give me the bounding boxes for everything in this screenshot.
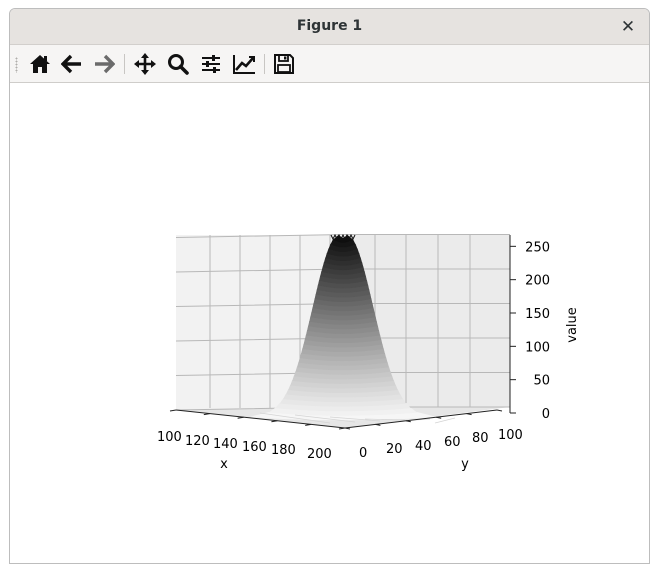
save-button[interactable] xyxy=(270,50,298,78)
x-tick-label: 140 xyxy=(213,437,238,452)
magnifier-icon xyxy=(168,54,189,75)
z-tick-label: 200 xyxy=(525,274,550,289)
zoom-button[interactable] xyxy=(164,50,192,78)
title-bar: Figure 1 ✕ xyxy=(10,9,649,45)
y-tick xyxy=(436,416,442,419)
floppy-disk-icon xyxy=(274,54,294,74)
navigation-toolbar xyxy=(10,45,649,83)
x-tick xyxy=(237,416,244,419)
x-axis-label: x xyxy=(220,457,228,472)
z-axis-label: value xyxy=(565,307,580,343)
x-tick-label: 160 xyxy=(242,440,267,455)
figure-window: Figure 1 ✕ 100 120 140 160 180 200 0 20 … xyxy=(9,8,650,564)
sliders-icon xyxy=(202,55,220,73)
y-tick xyxy=(344,427,351,430)
move-icon xyxy=(134,53,156,75)
y-tick-label: 60 xyxy=(444,435,461,450)
toolbar-grip xyxy=(15,57,18,73)
x-tick xyxy=(169,409,177,412)
y-tick-label: 40 xyxy=(415,439,432,454)
z-tick-label: 0 xyxy=(542,407,550,422)
line-chart-icon xyxy=(233,55,255,74)
y-tick-label: 80 xyxy=(472,431,489,446)
configure-subplots-button[interactable] xyxy=(197,50,225,78)
y-tick xyxy=(375,423,381,426)
z-tick-label: 150 xyxy=(525,307,550,322)
arrow-left-icon xyxy=(61,54,81,74)
y-tick-label: 0 xyxy=(359,446,367,461)
edit-axes-button[interactable] xyxy=(230,50,258,78)
forward-button[interactable] xyxy=(90,50,118,78)
z-tick-label: 100 xyxy=(525,340,550,355)
y-tick xyxy=(405,420,411,423)
toolbar-separator xyxy=(264,54,265,74)
back-button[interactable] xyxy=(58,50,86,78)
home-icon xyxy=(30,55,50,73)
close-button[interactable]: ✕ xyxy=(617,16,639,38)
z-tick-labels: 0 50 100 150 200 250 xyxy=(510,240,550,422)
figure-canvas[interactable]: 100 120 140 160 180 200 0 20 40 60 80 100 0 50 100 15… xyxy=(10,83,649,564)
arrow-right-icon xyxy=(95,54,115,74)
x-tick-label: 120 xyxy=(185,434,210,449)
y-tick-label: 100 xyxy=(498,428,523,443)
x-tick xyxy=(338,427,346,430)
y-tick xyxy=(466,413,472,416)
z-tick-label: 50 xyxy=(533,374,550,389)
pan-button[interactable] xyxy=(131,50,159,78)
x-tick xyxy=(305,423,312,426)
home-button[interactable] xyxy=(26,50,54,78)
x-tick-label: 180 xyxy=(271,443,296,458)
surface-plot[interactable]: 100 120 140 160 180 200 0 20 40 60 80 100 05010015… xyxy=(10,83,649,564)
x-tick-label: 100 xyxy=(157,430,182,445)
x-tick xyxy=(203,413,210,416)
z-tick-label: 250 xyxy=(525,240,550,255)
x-tick-label: 200 xyxy=(307,447,332,462)
y-tick-label: 20 xyxy=(386,442,403,457)
window-title: Figure 1 xyxy=(296,18,363,34)
x-tick xyxy=(271,420,278,423)
surface-mesh-line xyxy=(434,417,456,424)
y-tick xyxy=(496,409,503,412)
y-axis-label: y xyxy=(461,457,469,472)
toolbar-separator xyxy=(124,54,125,74)
